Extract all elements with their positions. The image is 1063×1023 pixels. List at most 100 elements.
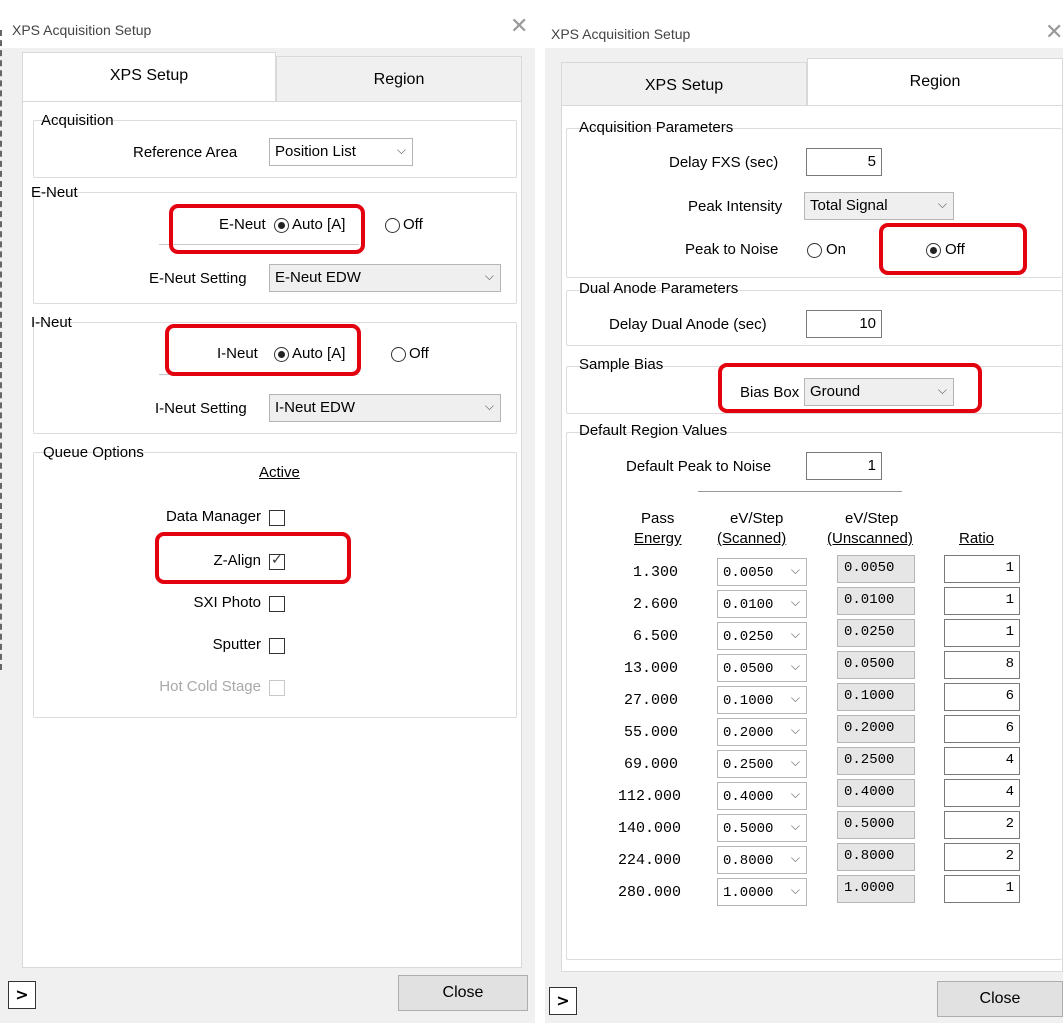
close-icon[interactable]: ✕: [510, 14, 528, 39]
delay-fxs-input[interactable]: 5: [806, 148, 882, 176]
ratio-input[interactable]: 8: [944, 651, 1020, 679]
queue-item-label: SXI Photo: [193, 594, 261, 611]
delay-dual-anode-input[interactable]: 10: [806, 310, 882, 338]
chevron-down-icon: ⌵: [484, 399, 494, 413]
tab-xps-setup[interactable]: XPS Setup: [561, 62, 807, 106]
close-icon[interactable]: ✕: [1045, 20, 1063, 45]
unscanned-step-value: 0.4000: [837, 779, 915, 807]
left-dialog: XPS Acquisition Setup ✕ XPS Setup Region…: [0, 0, 535, 1023]
chevron-down-icon: ⌵: [790, 659, 800, 673]
scanned-step-value: 0.1000: [723, 693, 774, 709]
ratio-input[interactable]: 1: [944, 875, 1020, 903]
scanned-step-select[interactable]: 0.0250 ⌵: [717, 622, 807, 650]
ratio-input[interactable]: 4: [944, 779, 1020, 807]
pass-energy-value: 69.000: [623, 756, 678, 773]
ineut-setting-select[interactable]: I-Neut EDW ⌵: [269, 394, 501, 422]
highlight-peak-to-noise-off: [879, 223, 1027, 275]
sputter-checkbox[interactable]: [269, 638, 285, 654]
default-peak-to-noise-input[interactable]: 1: [806, 452, 882, 480]
ineut-off-radio[interactable]: [391, 347, 406, 362]
tab-region[interactable]: Region: [276, 56, 522, 102]
scanned-step-select[interactable]: 0.4000 ⌵: [717, 782, 807, 810]
highlight-bias-box: [718, 363, 982, 413]
scanned-step-select[interactable]: 0.0050 ⌵: [717, 558, 807, 586]
expand-arrow-icon[interactable]: >: [8, 981, 36, 1009]
expand-arrow-icon[interactable]: >: [549, 987, 577, 1015]
highlight-ineut: [165, 324, 361, 376]
ineut-off-label: Off: [409, 345, 429, 362]
unscanned-step-value: 0.0500: [837, 651, 915, 679]
delay-dual-anode-label: Delay Dual Anode (sec): [609, 316, 767, 333]
scanned-step-select[interactable]: 0.0500 ⌵: [717, 654, 807, 682]
unscanned-step-value: 0.0250: [837, 619, 915, 647]
eneut-setting-label: E-Neut Setting: [149, 270, 247, 287]
chevron-down-icon: ⌵: [790, 755, 800, 769]
window-edge: [0, 30, 2, 670]
scanned-step-select[interactable]: 0.5000 ⌵: [717, 814, 807, 842]
ratio-input[interactable]: 1: [944, 587, 1020, 615]
chevron-down-icon: ⌵: [790, 819, 800, 833]
pass-energy-value: 27.000: [623, 692, 678, 709]
sxi-photo-checkbox[interactable]: [269, 596, 285, 612]
highlight-eneut: [169, 204, 365, 254]
scanned-step-select[interactable]: 0.0100 ⌵: [717, 590, 807, 618]
tab-region[interactable]: Region: [807, 58, 1063, 106]
pass-energy-value: 55.000: [623, 724, 678, 741]
scanned-step-value: 0.0050: [723, 565, 774, 581]
ratio-input[interactable]: 6: [944, 715, 1020, 743]
eneut-off-radio[interactable]: [385, 218, 400, 233]
unscanned-step-value: 1.0000: [837, 875, 915, 903]
ratio-input[interactable]: 2: [944, 843, 1020, 871]
eneut-setting-value: E-Neut EDW: [275, 269, 361, 286]
unscanned-step-value: 0.0100: [837, 587, 915, 615]
scanned-step-select[interactable]: 0.2500 ⌵: [717, 750, 807, 778]
ineut-group-label: I-Neut: [31, 314, 72, 331]
peak-intensity-value: Total Signal: [810, 197, 888, 214]
scanned-step-select[interactable]: 0.1000 ⌵: [717, 686, 807, 714]
ratio-input[interactable]: 6: [944, 683, 1020, 711]
peak-to-noise-on-radio[interactable]: [807, 243, 822, 258]
pass-energy-header-top: Pass: [641, 510, 675, 527]
ratio-input[interactable]: 2: [944, 811, 1020, 839]
scanned-step-value: 0.2000: [723, 725, 774, 741]
reference-area-select[interactable]: Position List ⌵: [269, 138, 413, 166]
right-close-button[interactable]: Close: [937, 981, 1063, 1017]
scanned-step-value: 0.0500: [723, 661, 774, 677]
ratio-input[interactable]: 1: [944, 555, 1020, 583]
ratio-input[interactable]: 1: [944, 619, 1020, 647]
ratio-input[interactable]: 4: [944, 747, 1020, 775]
scanned-step-value: 0.5000: [723, 821, 774, 837]
scanned-step-select[interactable]: 1.0000 ⌵: [717, 878, 807, 906]
queue-options-group-label: Queue Options: [43, 444, 144, 461]
acquisition-group-label: Acquisition: [41, 112, 114, 129]
ineut-setting-label: I-Neut Setting: [155, 400, 247, 417]
peak-intensity-select[interactable]: Total Signal ⌵: [804, 192, 954, 220]
tab-xps-setup[interactable]: XPS Setup: [22, 52, 276, 102]
scanned-step-select[interactable]: 0.8000 ⌵: [717, 846, 807, 874]
default-peak-to-noise-label: Default Peak to Noise: [626, 458, 772, 475]
unscanned-header-bottom: (Unscanned): [827, 530, 913, 547]
pass-energy-header-bottom: Energy: [634, 530, 682, 547]
default-region-values-label: Default Region Values: [579, 422, 728, 439]
window-divider: [535, 0, 545, 1023]
left-tab-panel: Acquisition Reference Area Position List…: [22, 101, 522, 968]
ineut-setting-value: I-Neut EDW: [275, 399, 356, 416]
scanned-step-value: 1.0000: [723, 885, 774, 901]
queue-item-label: Data Manager: [165, 508, 261, 525]
unscanned-step-value: 0.2000: [837, 715, 915, 743]
reference-area-label: Reference Area: [133, 144, 238, 161]
right-tab-panel: Acquisition Parameters Delay FXS (sec) 5…: [561, 105, 1063, 972]
peak-to-noise-label: Peak to Noise: [685, 241, 779, 258]
eneut-setting-select[interactable]: E-Neut EDW ⌵: [269, 264, 501, 292]
unscanned-step-value: 0.2500: [837, 747, 915, 775]
left-window-title: XPS Acquisition Setup: [12, 22, 152, 38]
scanned-step-select[interactable]: 0.2000 ⌵: [717, 718, 807, 746]
pass-energy-value: 140.000: [618, 820, 682, 837]
dual-anode-label: Dual Anode Parameters: [579, 280, 739, 297]
scanned-step-value: 0.2500: [723, 757, 774, 773]
data-manager-checkbox[interactable]: [269, 510, 285, 526]
left-close-button[interactable]: Close: [398, 975, 528, 1011]
active-column-header: Active: [259, 464, 300, 481]
scanned-step-value: 0.8000: [723, 853, 774, 869]
pass-energy-value: 13.000: [623, 660, 678, 677]
